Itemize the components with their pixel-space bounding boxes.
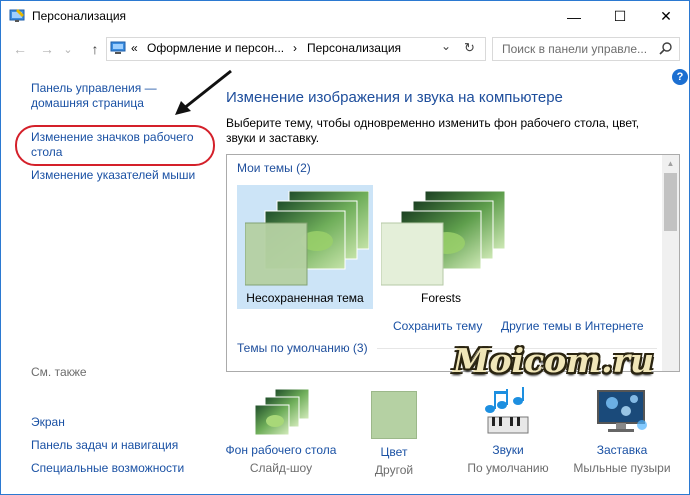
desktop-background-option[interactable]: Фон рабочего стола Слайд-шоу	[221, 387, 341, 475]
ease-of-access-link[interactable]: Специальные возможности	[31, 461, 184, 476]
sounds-icon	[485, 387, 529, 434]
themes-list[interactable]: Мои темы (2) Несохраненная тема Forests …	[226, 154, 680, 372]
option-title: Звуки	[492, 443, 524, 457]
theme-preview-icon	[381, 191, 505, 286]
minimize-button[interactable]: —	[551, 1, 597, 32]
desktop-icons-line1: Изменение значков рабочего	[31, 130, 194, 144]
themes-scrollbar[interactable]: ▲	[662, 155, 679, 371]
maximize-button[interactable]: ☐	[597, 1, 643, 32]
refresh-button[interactable]: ↻	[464, 40, 475, 56]
default-themes-heading: Темы по умолчанию (3)	[237, 341, 368, 355]
color-option[interactable]: Цвет Другой	[334, 387, 454, 477]
search-icon[interactable]	[659, 41, 673, 55]
option-subtitle: Другой	[374, 463, 414, 477]
option-title: Цвет	[380, 445, 408, 459]
theme-name: Forests	[420, 291, 461, 305]
screensaver-icon	[597, 390, 647, 432]
up-button[interactable]: ↑	[85, 39, 105, 59]
option-title: Заставка	[596, 443, 648, 457]
forward-button[interactable]: →	[37, 39, 57, 59]
control-panel-icon	[110, 41, 126, 54]
breadcrumb-overflow[interactable]: «	[131, 41, 138, 55]
window-title: Персонализация	[32, 9, 127, 23]
title-bar[interactable]: Персонализация — ☐ ✕	[1, 1, 689, 32]
home-link-line2: домашняя страница	[31, 96, 144, 110]
breadcrumb-personalization[interactable]: Персонализация	[307, 41, 401, 55]
page-title: Изменение изображения и звука на компьют…	[226, 89, 563, 106]
control-panel-home-link[interactable]: Панель управления — домашняя страница	[31, 81, 157, 111]
breadcrumb-separator[interactable]: ›	[293, 41, 297, 55]
color-icon	[371, 391, 417, 439]
search-input[interactable]: Поиск в панели управле...	[502, 42, 647, 56]
watermark-logo: Moicom.ru	[453, 341, 654, 380]
see-also-heading: См. также	[31, 365, 87, 379]
option-subtitle: По умолчанию	[467, 461, 549, 475]
address-dropdown[interactable]: ⌄	[441, 39, 451, 53]
close-button[interactable]: ✕	[643, 1, 689, 32]
theme-forests[interactable]: Forests	[373, 185, 509, 309]
change-desktop-icons-link[interactable]: Изменение значков рабочего стола	[31, 130, 194, 160]
home-link-line1: Панель управления —	[31, 81, 157, 95]
desktop-icons-line2: стола	[31, 145, 63, 159]
wallpaper-icon	[254, 388, 309, 436]
page-description: Выберите тему, чтобы одновременно измени…	[226, 116, 640, 145]
save-theme-link[interactable]: Сохранить тему	[393, 319, 482, 333]
recent-pages-dropdown[interactable]: ⌄	[61, 39, 75, 59]
taskbar-navigation-link[interactable]: Панель задач и навигация	[31, 438, 178, 453]
change-mouse-pointers-link[interactable]: Изменение указателей мыши	[31, 168, 195, 183]
screensaver-option[interactable]: Заставка Мыльные пузыри	[562, 387, 682, 475]
sounds-option[interactable]: Звуки По умолчанию	[448, 387, 568, 475]
back-button[interactable]: ←	[10, 39, 30, 59]
theme-preview-icon	[245, 191, 369, 286]
my-themes-heading: Мои темы (2)	[237, 161, 311, 175]
option-title: Фон рабочего стола	[225, 443, 337, 457]
scrollbar-thumb[interactable]	[664, 173, 677, 231]
theme-name: Несохраненная тема	[246, 291, 364, 305]
scroll-up-icon[interactable]: ▲	[662, 155, 679, 172]
option-subtitle: Слайд-шоу	[249, 461, 313, 475]
breadcrumb-appearance[interactable]: Оформление и персон...	[147, 41, 284, 55]
more-themes-online-link[interactable]: Другие темы в Интернете	[501, 319, 644, 333]
help-button[interactable]: ?	[672, 69, 688, 85]
address-bar[interactable]: « Оформление и персон... › Персонализаци…	[106, 37, 486, 61]
window: Персонализация — ☐ ✕ ← → ⌄ ↑ « Оформлени…	[0, 0, 690, 495]
personalization-app-icon	[9, 9, 25, 22]
option-subtitle: Мыльные пузыри	[573, 461, 671, 475]
theme-unsaved[interactable]: Несохраненная тема	[237, 185, 373, 309]
search-box[interactable]: Поиск в панели управле...	[492, 37, 680, 61]
display-link[interactable]: Экран	[31, 415, 65, 430]
